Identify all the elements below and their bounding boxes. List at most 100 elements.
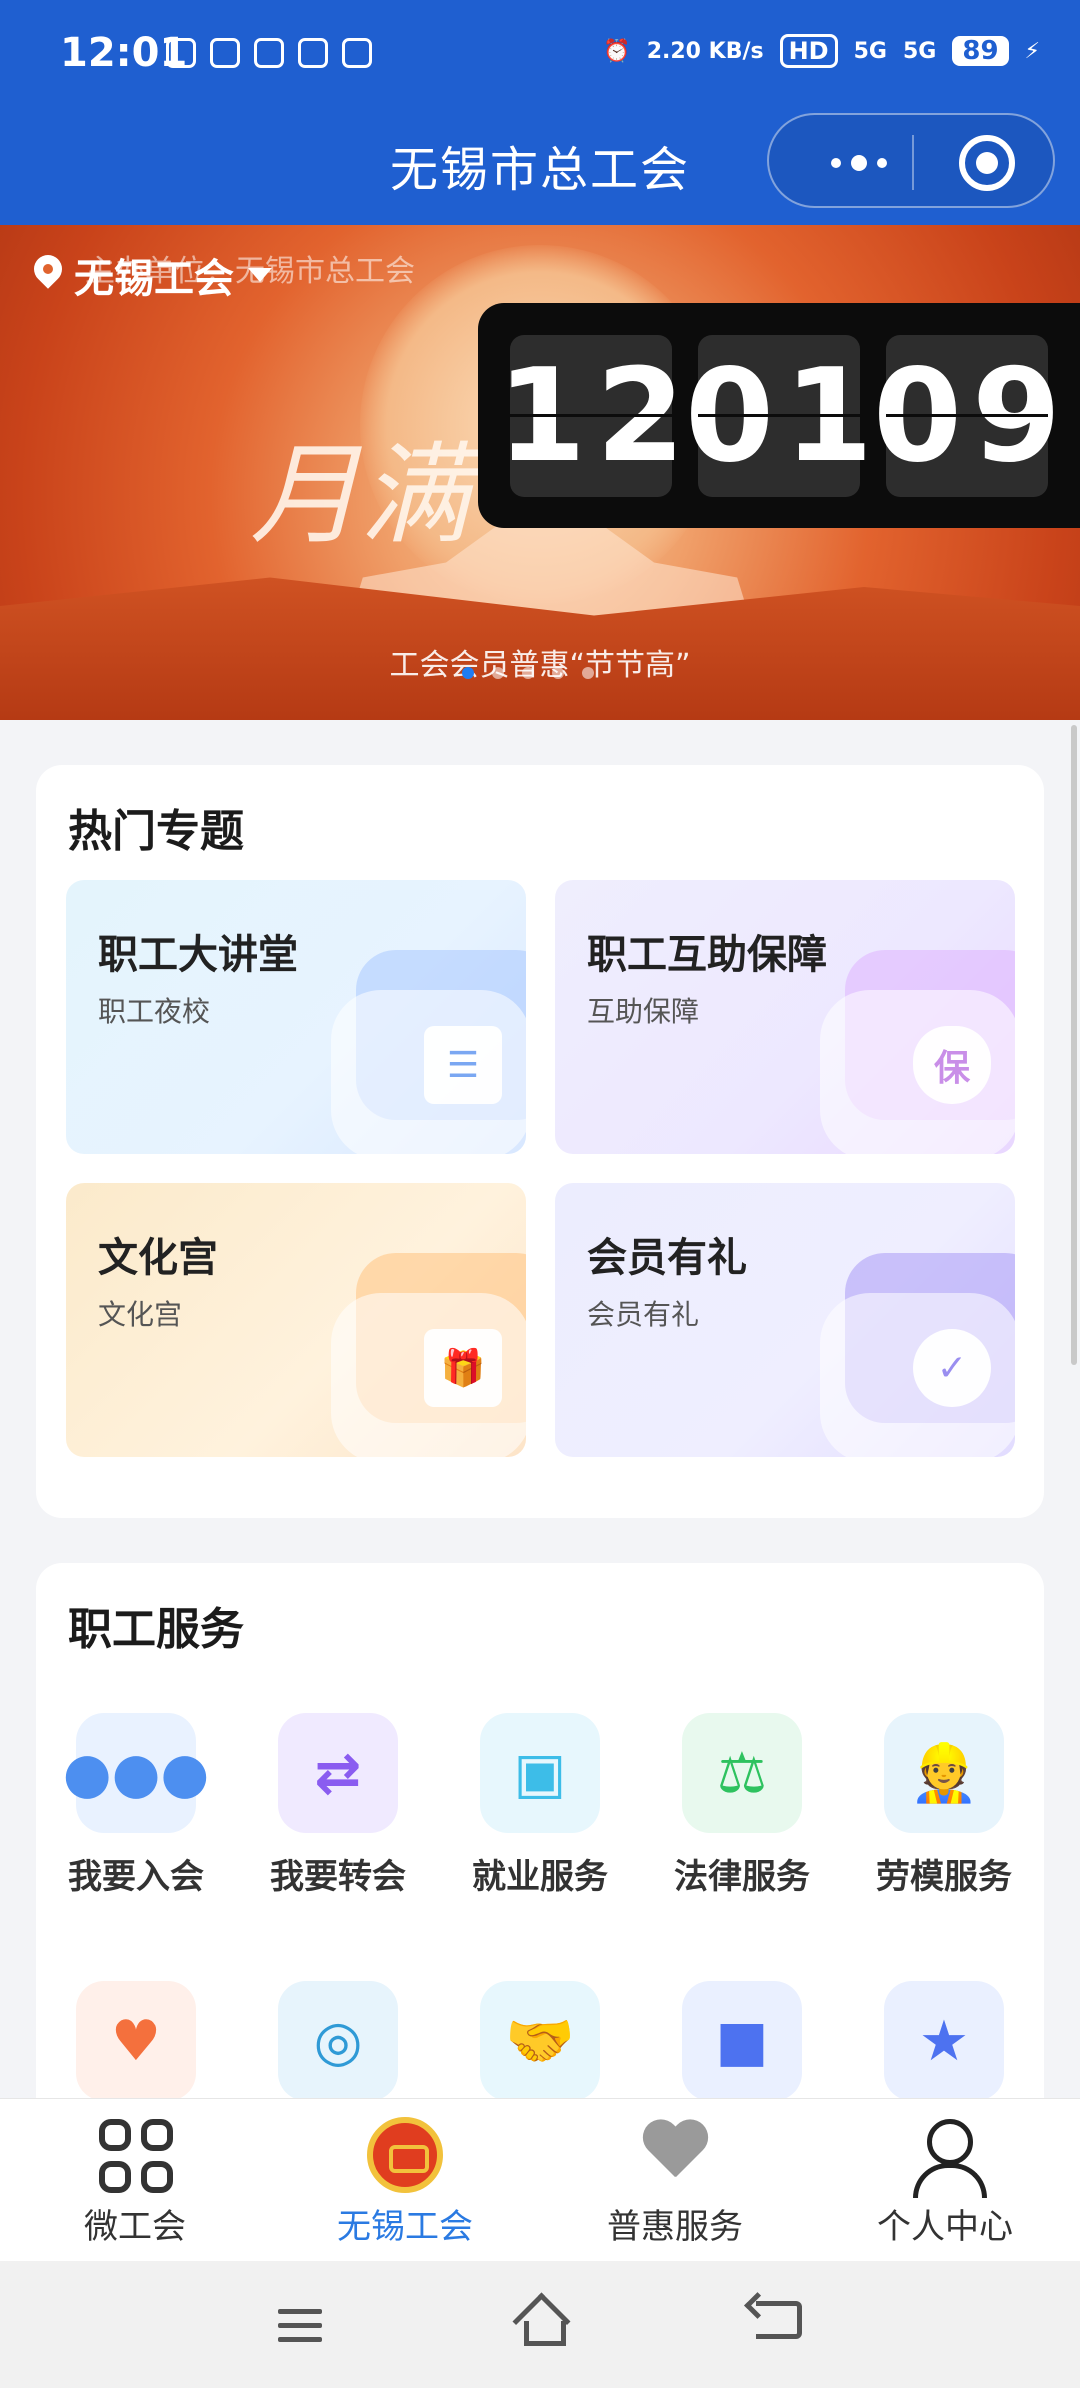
tile-subtitle: 互助保障: [587, 995, 700, 1028]
briefcase-icon: ▣: [480, 1713, 600, 1833]
capsule-divider: [912, 135, 914, 190]
tile-title: 职工互助保障: [587, 932, 827, 978]
caret-down-icon: [248, 268, 272, 282]
carousel-dot[interactable]: [582, 667, 594, 679]
service-social-security[interactable]: ◎: [238, 1981, 438, 2101]
tab-label: 无锡工会: [337, 2207, 473, 2247]
flip-clock-overlay: 12 01 09: [478, 303, 1080, 528]
close-miniprogram-icon[interactable]: [959, 135, 1015, 191]
tile-title: 会员有礼: [587, 1235, 747, 1281]
status-right: ⏰ 2.20 KB/s HD 5G 5G 89 ⚡: [603, 34, 1040, 68]
worker-services-card: 职工服务 ●●● 我要入会 ⇄ 我要转会 ▣ 就业服务 ⚖ 法律服务 👷 劳模服…: [36, 1563, 1044, 2123]
carousel-dot[interactable]: [552, 667, 564, 679]
group-icon: ●●●: [63, 1713, 209, 1833]
more-icon[interactable]: [809, 143, 909, 183]
handshake-icon: 🤝: [480, 1981, 600, 2101]
certificate-search-icon: ★: [884, 1981, 1004, 2101]
back-icon[interactable]: [756, 2301, 802, 2339]
care-hands-icon: ♥: [76, 1981, 196, 2101]
carousel-dot[interactable]: [462, 667, 474, 679]
signal-2: 5G: [902, 38, 937, 64]
bottom-tab-bar: 微工会 无锡工会 普惠服务 个人中心: [0, 2098, 1080, 2261]
clock-digit: 0: [872, 341, 962, 491]
mini-program-capsule: [767, 113, 1055, 208]
scrollbar[interactable]: [1071, 725, 1077, 1365]
heart-icon: [637, 2117, 713, 2193]
service-label: 劳模服务: [876, 1857, 1012, 1897]
tab-profile[interactable]: 个人中心: [845, 2117, 1045, 2248]
gift-icon: 🎁: [424, 1329, 502, 1407]
carousel-indicator: [462, 667, 594, 679]
social-security-icon: ◎: [278, 1981, 398, 2101]
worker-icon: 👷: [884, 1713, 1004, 1833]
alarm-icon: ⏰: [603, 38, 631, 64]
app-notification-icon: [254, 38, 284, 68]
video-camera-icon: ■: [682, 1981, 802, 2101]
banner-calligraphy: 月满: [250, 431, 470, 559]
service-legal[interactable]: ⚖ 法律服务: [642, 1713, 842, 1898]
service-employment[interactable]: ▣ 就业服务: [440, 1713, 640, 1898]
tab-micro-union[interactable]: 微工会: [35, 2117, 235, 2248]
tab-label: 个人中心: [877, 2207, 1013, 2247]
location-pin-icon: [32, 255, 64, 295]
app-notification-icon: [298, 38, 328, 68]
transfer-user-icon: ⇄: [278, 1713, 398, 1833]
hd-badge: HD: [779, 34, 838, 68]
chat-notification-icon: [166, 38, 196, 68]
service-transfer[interactable]: ⇄ 我要转会: [238, 1713, 438, 1898]
location-name: 无锡工会: [74, 256, 234, 302]
news-icon: ☰: [424, 1026, 502, 1104]
net-speed: 2.20 KB/s: [646, 38, 764, 64]
tab-label: 普惠服务: [607, 2207, 743, 2247]
clock-hours: 12: [497, 335, 685, 497]
scales-icon: ⚖: [682, 1713, 802, 1833]
topic-tile[interactable]: 会员有礼 会员有礼 ✓: [555, 1183, 1015, 1457]
tile-subtitle: 文化宫: [98, 1298, 183, 1331]
service-model-worker[interactable]: 👷 劳模服务: [844, 1713, 1044, 1898]
clock-digit: 1: [784, 341, 874, 491]
tab-wuxi-union[interactable]: 无锡工会: [305, 2117, 505, 2248]
app-header: 12:01 ⏰ 2.20 KB/s HD 5G 5G 89 ⚡ 无锡市总工会: [0, 0, 1080, 225]
tile-title: 职工大讲堂: [98, 932, 298, 978]
topic-tile[interactable]: 文化宫 文化宫 🎁: [66, 1183, 526, 1457]
menu-icon[interactable]: [278, 2309, 322, 2351]
status-bar: 12:01 ⏰ 2.20 KB/s HD 5G 5G 89 ⚡: [0, 0, 1080, 115]
service-label: 就业服务: [472, 1857, 608, 1897]
service-handshake[interactable]: 🤝: [440, 1981, 640, 2101]
topic-tile[interactable]: 职工互助保障 互助保障 保: [555, 880, 1015, 1154]
service-label: 我要入会: [68, 1857, 204, 1897]
tile-subtitle: 职工夜校: [98, 995, 211, 1028]
tab-benefits[interactable]: 普惠服务: [575, 2117, 775, 2248]
service-care[interactable]: ♥: [36, 1981, 236, 2101]
location-selector[interactable]: 无锡工会: [32, 246, 272, 304]
app-notification-icon: [210, 38, 240, 68]
signal-1: 5G: [853, 38, 887, 64]
clock-digit: 9: [972, 341, 1062, 491]
app-notification-icon: [342, 38, 372, 68]
badge-icon: ✓: [913, 1329, 991, 1407]
topic-tile[interactable]: 职工大讲堂 职工夜校 ☰: [66, 880, 526, 1154]
battery-level: 89: [952, 36, 1009, 66]
hot-topics-card: 热门专题 职工大讲堂 职工夜校 ☰ 职工互助保障 互助保障 保 文化宫 文化宫 …: [36, 765, 1044, 1518]
service-video[interactable]: ■: [642, 1981, 842, 2101]
carousel-dot[interactable]: [522, 667, 534, 679]
charging-icon: ⚡: [1024, 38, 1040, 64]
service-join[interactable]: ●●● 我要入会: [36, 1713, 236, 1898]
shield-bao-icon: 保: [913, 1026, 991, 1104]
clock-minutes: 01: [685, 335, 873, 497]
tile-title: 文化宫: [98, 1235, 218, 1281]
service-certificate[interactable]: ★: [844, 1981, 1044, 2101]
union-emblem-icon: [367, 2117, 443, 2193]
grid-icon: [97, 2117, 173, 2193]
section-title: 职工服务: [68, 1604, 244, 1655]
home-icon[interactable]: [514, 2297, 566, 2346]
section-title: 热门专题: [68, 806, 244, 857]
clock-digit: 1: [496, 341, 586, 491]
service-label: 我要转会: [270, 1857, 406, 1897]
system-nav-bar: [0, 2261, 1080, 2388]
clock-seconds: 09: [873, 335, 1061, 497]
tile-subtitle: 会员有礼: [587, 1298, 700, 1331]
user-icon: [907, 2117, 987, 2198]
carousel-dot[interactable]: [492, 667, 504, 679]
service-label: 法律服务: [674, 1857, 810, 1897]
